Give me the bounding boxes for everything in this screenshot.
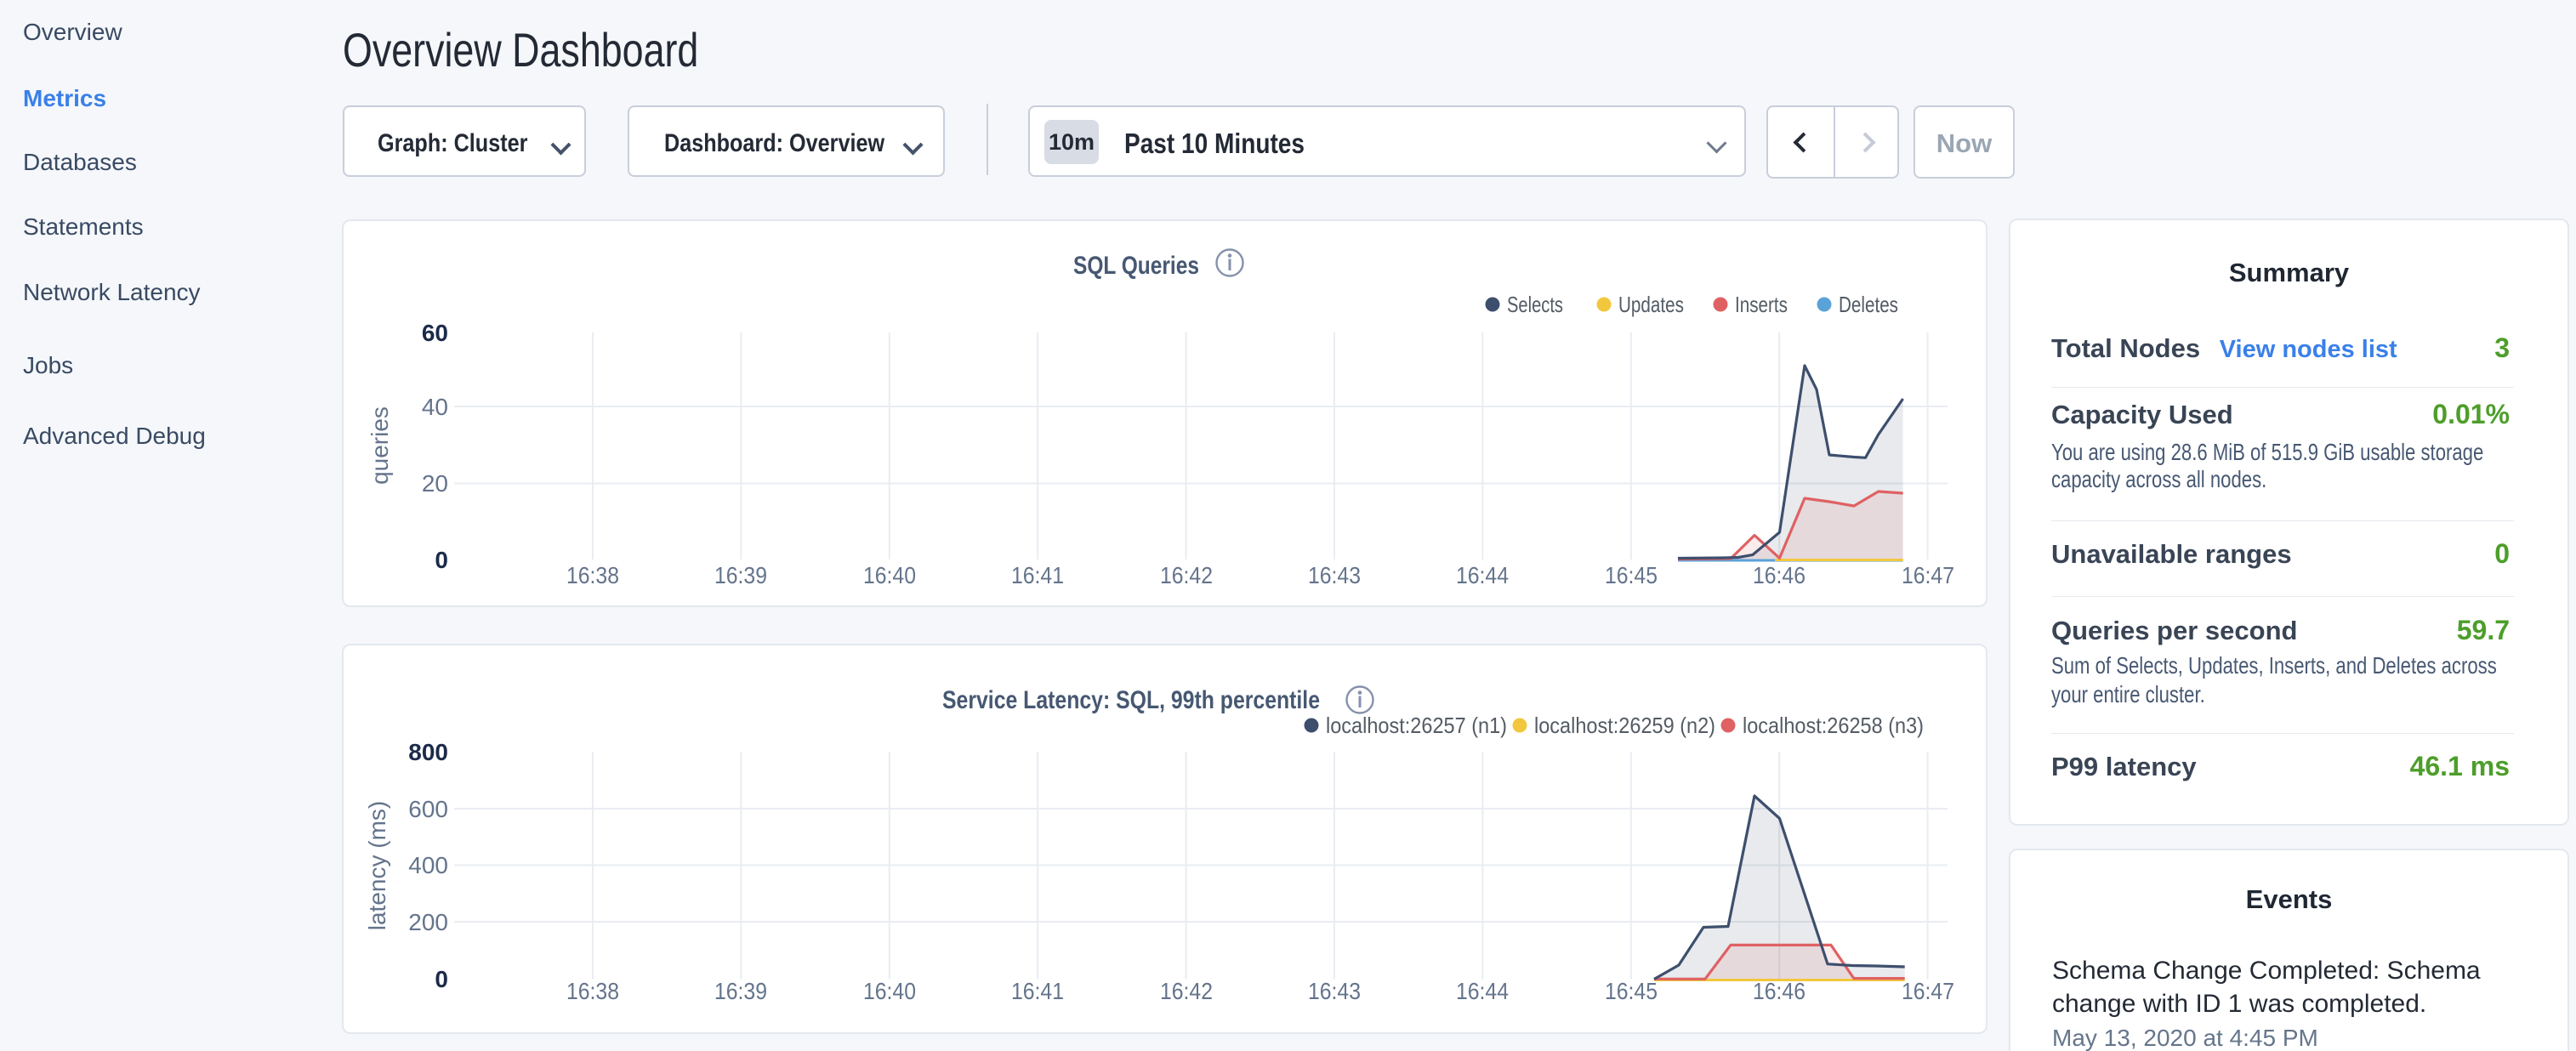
svg-text:16:42: 16:42 <box>1160 978 1213 1004</box>
svg-text:16:44: 16:44 <box>1456 562 1509 588</box>
svg-text:400: 400 <box>408 852 448 878</box>
svg-text:Service Latency: SQL, 99th per: Service Latency: SQL, 99th percentile <box>942 686 1320 714</box>
svg-text:200: 200 <box>408 909 448 935</box>
svg-text:0: 0 <box>435 547 448 573</box>
svg-text:16:39: 16:39 <box>714 978 767 1004</box>
svg-text:16:43: 16:43 <box>1308 562 1361 588</box>
svg-text:16:43: 16:43 <box>1308 978 1361 1004</box>
svg-text:16:46: 16:46 <box>1753 562 1805 588</box>
svg-text:16:42: 16:42 <box>1160 562 1213 588</box>
svg-text:Selects: Selects <box>1507 292 1563 317</box>
svg-text:800: 800 <box>408 739 448 765</box>
svg-text:latency (ms): latency (ms) <box>364 801 390 930</box>
svg-text:localhost:26257 (n1): localhost:26257 (n1) <box>1326 713 1507 738</box>
svg-text:16:44: 16:44 <box>1456 978 1509 1004</box>
svg-text:16:46: 16:46 <box>1753 978 1805 1004</box>
svg-text:16:39: 16:39 <box>714 562 767 588</box>
svg-text:16:41: 16:41 <box>1011 978 1064 1004</box>
svg-text:localhost:26258 (n3): localhost:26258 (n3) <box>1743 713 1924 738</box>
svg-text:16:38: 16:38 <box>566 562 619 588</box>
svg-text:40: 40 <box>422 394 448 420</box>
svg-text:SQL Queries: SQL Queries <box>1073 252 1199 280</box>
svg-text:Updates: Updates <box>1618 292 1684 317</box>
svg-text:16:38: 16:38 <box>566 978 619 1004</box>
svg-text:60: 60 <box>422 320 448 346</box>
svg-text:16:45: 16:45 <box>1605 562 1658 588</box>
svg-text:Inserts: Inserts <box>1735 292 1788 317</box>
svg-text:16:40: 16:40 <box>863 978 916 1004</box>
svg-text:Deletes: Deletes <box>1839 292 1898 317</box>
svg-text:16:47: 16:47 <box>1902 562 1954 588</box>
svg-text:0: 0 <box>435 966 448 992</box>
svg-text:localhost:26259 (n2): localhost:26259 (n2) <box>1534 713 1715 738</box>
svg-text:16:41: 16:41 <box>1011 562 1064 588</box>
svg-text:20: 20 <box>422 470 448 497</box>
svg-text:16:47: 16:47 <box>1902 978 1954 1004</box>
svg-text:queries: queries <box>367 406 393 485</box>
svg-text:16:40: 16:40 <box>863 562 916 588</box>
svg-text:16:45: 16:45 <box>1605 978 1658 1004</box>
svg-text:600: 600 <box>408 796 448 822</box>
